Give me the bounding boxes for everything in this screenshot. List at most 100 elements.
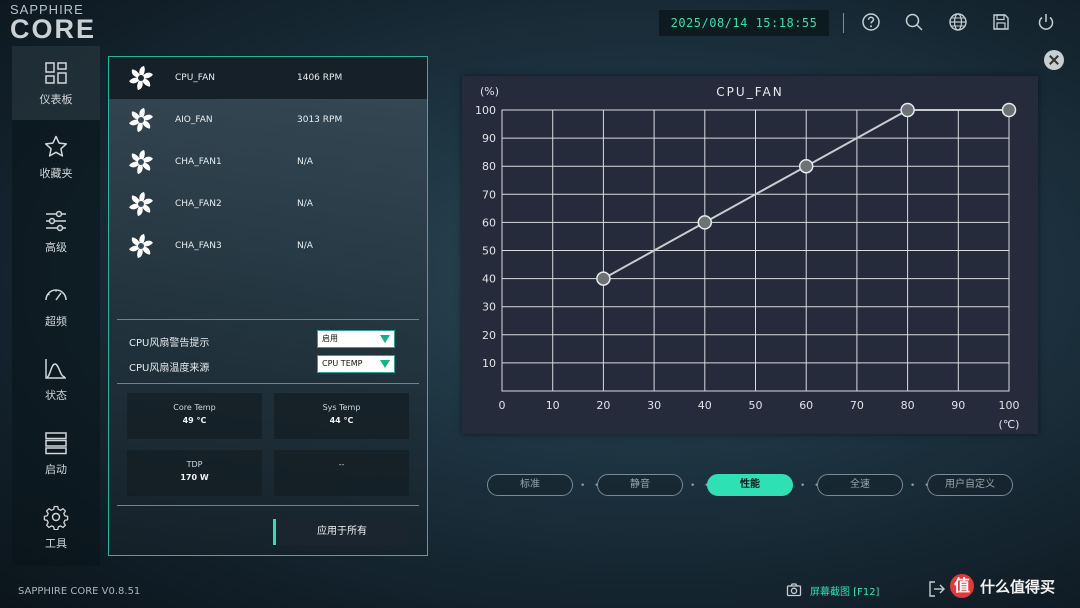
globe-icon[interactable] xyxy=(948,12,968,32)
dropdown-arrow-icon xyxy=(380,360,390,368)
search-icon[interactable] xyxy=(904,12,924,32)
x-tick-label: 100 xyxy=(999,399,1020,412)
sidebar-item-tools[interactable]: 工具 xyxy=(12,490,100,564)
dropdown-arrow-icon xyxy=(380,335,390,343)
fan-name: CPU_FAN xyxy=(175,73,216,83)
x-tick-label: 0 xyxy=(499,399,506,412)
fan-row-cha-fan3[interactable]: CHA_FAN3 N/A xyxy=(109,225,427,267)
toolbar-divider xyxy=(843,13,844,33)
temp-source-value: CPU TEMP xyxy=(322,359,363,368)
fan-name: CHA_FAN1 xyxy=(175,157,222,167)
y-tick-label: 80 xyxy=(482,160,496,173)
fan-icon xyxy=(129,192,153,216)
gear-icon xyxy=(43,505,69,530)
camera-icon xyxy=(786,583,802,597)
sidebar-item-label: 高级 xyxy=(45,240,67,254)
y-tick-label: 20 xyxy=(482,329,496,342)
curve-point xyxy=(596,271,611,286)
mode-silent-button[interactable]: 静音 xyxy=(597,474,683,496)
watermark-logo: 值 xyxy=(950,574,974,598)
chart-title: CPU_FAN xyxy=(716,85,783,99)
y-tick-label: 70 xyxy=(482,188,496,201)
fan-icon xyxy=(129,150,153,174)
y-tick-label: 90 xyxy=(482,132,496,145)
curve-point xyxy=(900,102,915,118)
x-tick-label: 90 xyxy=(951,399,965,412)
screenshot-button[interactable]: 屏幕截图 [F12] xyxy=(786,582,879,598)
fan-row-cha-fan2[interactable]: CHA_FAN2 N/A xyxy=(109,183,427,225)
watermark-text: 什么值得买 xyxy=(980,577,1056,596)
gauge-icon xyxy=(45,288,67,300)
fan-curve-svg: 0 10 20 30 40 50 60 70 80 90 100 10 20 30 40 50 60 70 80 90… xyxy=(475,85,1020,431)
datetime-display: 2025/08/14 15:18:55 xyxy=(659,10,829,36)
x-tick-label: 30 xyxy=(647,399,661,412)
power-icon[interactable] xyxy=(1036,12,1056,32)
server-icon xyxy=(45,431,67,454)
close-icon[interactable] xyxy=(1044,50,1064,70)
curve-point xyxy=(1001,102,1017,118)
sidebar-item-overclock[interactable]: 超频 xyxy=(12,268,100,342)
fan-warning-value: 启用 xyxy=(322,334,338,343)
empty-card: -- xyxy=(274,450,409,496)
fan-name: CHA_FAN3 xyxy=(175,241,222,251)
fan-warning-select[interactable]: 启用 xyxy=(317,330,395,348)
y-tick-label: 40 xyxy=(482,273,496,286)
top-bar: SAPPHIRE CORE 2025/08/14 15:18:55 xyxy=(0,0,1080,46)
temp-source-select[interactable]: CPU TEMP xyxy=(317,355,395,373)
fan-rpm: N/A xyxy=(297,199,313,209)
y-axis-label: (%) xyxy=(480,85,499,98)
watermark: 值 什么值得买 xyxy=(950,574,1055,598)
sidebar: 仪表板 收藏夹 高级 超频 状态 启动 工具 xyxy=(12,46,100,566)
tdp-label: TDP xyxy=(186,460,203,469)
sys-temp-value: 44 °C xyxy=(329,416,354,425)
help-icon[interactable] xyxy=(861,12,881,32)
sidebar-item-label: 仪表板 xyxy=(39,92,73,106)
exit-icon[interactable] xyxy=(928,580,946,598)
logo-main-text: CORE xyxy=(10,14,97,44)
y-tick-label: 10 xyxy=(482,357,496,370)
mode-fullspeed-button[interactable]: 全速 xyxy=(817,474,903,496)
fan-rpm: 3013 RPM xyxy=(297,115,343,125)
sidebar-item-label: 超频 xyxy=(45,314,67,328)
fan-row-aio-fan[interactable]: AIO_FAN 3013 RPM xyxy=(109,99,427,141)
fan-name: AIO_FAN xyxy=(175,115,213,125)
x-tick-label: 50 xyxy=(749,399,763,412)
fan-curve-chart: 0 10 20 30 40 50 60 70 80 90 100 10 20 30 40 50 60 70 80 90… xyxy=(462,76,1038,434)
core-temp-label: Core Temp xyxy=(173,403,216,412)
curve-point xyxy=(798,158,814,174)
fan-rpm: N/A xyxy=(297,241,313,251)
fan-icon xyxy=(129,234,153,258)
apply-all-button[interactable]: 应用于所有 xyxy=(273,519,408,545)
fan-rpm: N/A xyxy=(297,157,313,167)
y-tick-label: 30 xyxy=(482,301,496,314)
y-tick-label: 50 xyxy=(482,245,496,258)
sys-temp-label: Sys Temp xyxy=(322,403,361,412)
star-icon xyxy=(44,135,68,157)
mode-performance-button[interactable]: 性能 xyxy=(707,474,793,496)
tdp-card: TDP 170 W xyxy=(127,450,262,496)
fan-row-cha-fan1[interactable]: CHA_FAN1 N/A xyxy=(109,141,427,183)
x-tick-label: 70 xyxy=(850,399,864,412)
fan-mode-bar: 标准 • • 静音 • • 性能 • • 全速 • • 用户自定义 xyxy=(487,474,1017,498)
divider xyxy=(117,505,419,506)
status-chart-icon xyxy=(45,358,66,379)
fan-warning-label: CPU风扇警告提示 xyxy=(129,338,210,349)
x-tick-label: 10 xyxy=(546,399,560,412)
screenshot-label: 屏幕截图 [F12] xyxy=(810,586,880,598)
mode-custom-button[interactable]: 用户自定义 xyxy=(927,474,1013,496)
sidebar-item-boot[interactable]: 启动 xyxy=(12,416,100,490)
mode-standard-button[interactable]: 标准 xyxy=(487,474,573,496)
sidebar-item-dashboard[interactable]: 仪表板 xyxy=(12,46,100,120)
sidebar-item-advanced[interactable]: 高级 xyxy=(12,194,100,268)
tdp-value: 170 W xyxy=(180,473,209,482)
save-icon[interactable] xyxy=(991,12,1011,32)
sys-temp-card: Sys Temp 44 °C xyxy=(274,393,409,439)
fan-list: CPU_FAN 1406 RPM AIO_FAN 3013 RPM CHA_FA… xyxy=(109,57,427,267)
temp-source-label: CPU风扇温度来源 xyxy=(129,363,210,374)
dashboard-icon xyxy=(45,61,67,84)
fan-panel: CPU_FAN 1406 RPM AIO_FAN 3013 RPM CHA_FA… xyxy=(108,56,428,556)
sidebar-item-label: 收藏夹 xyxy=(39,166,73,180)
fan-row-cpu-fan[interactable]: CPU_FAN 1406 RPM xyxy=(109,57,427,99)
sidebar-item-status[interactable]: 状态 xyxy=(12,342,100,416)
sidebar-item-favorites[interactable]: 收藏夹 xyxy=(12,120,100,194)
